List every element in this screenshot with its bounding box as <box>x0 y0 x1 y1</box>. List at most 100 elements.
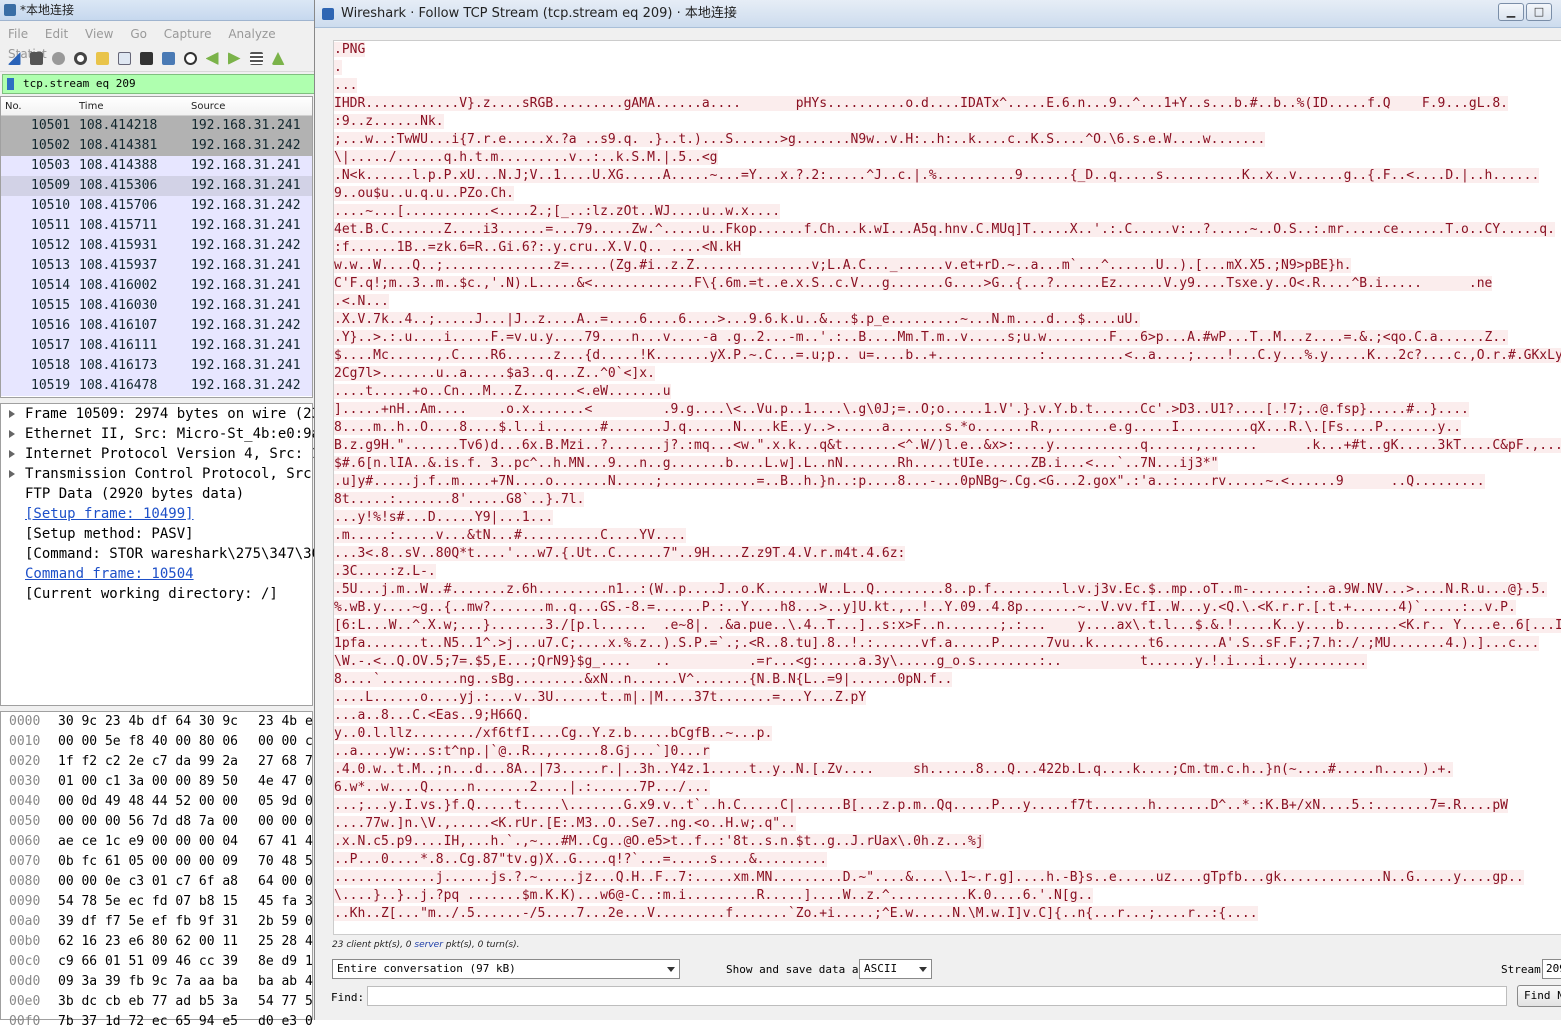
close-file-button[interactable] <box>136 49 156 69</box>
packet-details[interactable]: Frame 10509: 2974 bytes on wire (237 Eth… <box>0 403 328 706</box>
menu-file[interactable]: File <box>8 27 28 41</box>
byte-hex-right: 64 00 0 <box>258 874 313 889</box>
bytes-row[interactable]: 0060 ae ce 1c e9 00 00 00 04 67 41 4 <box>1 832 313 852</box>
column-no[interactable]: No. <box>5 101 22 112</box>
detail-working-directory[interactable]: [Current working directory: /] <box>1 584 312 604</box>
stream-line: .5U...j.m..W..#.......z.6h.........n1..:… <box>334 581 1561 599</box>
detail-frame[interactable]: Frame 10509: 2974 bytes on wire (237 <box>1 404 328 424</box>
bytes-row[interactable]: 00c0 c9 66 01 51 09 46 cc 39 8e d9 1 <box>1 952 313 972</box>
detail-ethernet[interactable]: Ethernet II, Src: Micro-St_4b:e0:9a <box>1 424 320 444</box>
expand-arrow-icon[interactable] <box>9 410 15 418</box>
detail-setup-method[interactable]: [Setup method: PASV] <box>1 524 312 544</box>
stream-number-spinbox[interactable]: 209 <box>1542 959 1561 979</box>
find-next-button[interactable]: Find N <box>1517 985 1561 1007</box>
bytes-row[interactable]: 0030 01 00 c1 3a 00 00 89 50 4e 47 0 <box>1 772 313 792</box>
detail-command[interactable]: [Command: STOR wareshark\275\347\303 <box>1 544 328 564</box>
detail-command-frame[interactable]: Command frame: 10504 <box>1 564 312 584</box>
detail-ftp-data[interactable]: FTP Data (2920 bytes data) <box>1 484 312 504</box>
go-back-button[interactable] <box>202 49 222 69</box>
find-input[interactable] <box>367 986 1507 1006</box>
packet-row[interactable]: 10510 108.415706 192.168.31.242 <box>1 196 312 216</box>
minimize-button[interactable]: ▁ <box>1498 3 1524 21</box>
packet-row[interactable]: 10501 108.414218 192.168.31.241 <box>1 116 312 136</box>
reload-file-button[interactable] <box>158 49 178 69</box>
stream-line-text: ..P...0....*.8..Cg.87"tv.g)X..G....q!?`.… <box>334 852 828 867</box>
start-capture-button[interactable] <box>4 49 24 69</box>
byte-hex-right: 70 48 5 <box>258 854 313 869</box>
packet-row[interactable]: 10502 108.414381 192.168.31.242 <box>1 136 312 156</box>
packet-row[interactable]: 10509 108.415306 192.168.31.241 <box>1 176 312 196</box>
bytes-row[interactable]: 0010 00 00 5e f8 40 00 80 06 00 00 c <box>1 732 313 752</box>
column-source[interactable]: Source <box>191 101 225 112</box>
column-time[interactable]: Time <box>79 101 103 112</box>
packet-row[interactable]: 10511 108.415711 192.168.31.241 <box>1 216 312 236</box>
bytes-row[interactable]: 0050 00 00 00 56 7d d8 7a 00 00 00 0 <box>1 812 313 832</box>
conversation-select[interactable]: Entire conversation (97 kB) <box>332 959 680 979</box>
byte-offset: 0070 <box>9 854 41 869</box>
bytes-row[interactable]: 00e0 3b dc cb eb 77 ad b5 3a 54 77 5 <box>1 992 313 1012</box>
go-to-packet-button[interactable] <box>246 49 266 69</box>
detail-ip[interactable]: Internet Protocol Version 4, Src: 19 <box>1 444 328 464</box>
maximize-button[interactable]: □ <box>1526 3 1552 21</box>
bytes-row[interactable]: 0020 1f f2 c2 2e c7 da 99 2a 27 68 7 <box>1 752 313 772</box>
packet-list[interactable]: No. Time Source 10501 108.414218 192.168.3… <box>0 96 313 398</box>
expand-arrow-icon[interactable] <box>9 430 15 438</box>
byte-offset: 0090 <box>9 894 41 909</box>
bytes-row[interactable]: 0070 0b fc 61 05 00 00 00 09 70 48 5 <box>1 852 313 872</box>
packet-row[interactable]: 10514 108.416002 192.168.31.241 <box>1 276 312 296</box>
bytes-row[interactable]: 0040 00 0d 49 48 44 52 00 00 05 9d 0 <box>1 792 313 812</box>
detail-tcp[interactable]: Transmission Control Protocol, Src P <box>1 464 328 484</box>
go-first-button[interactable] <box>268 49 288 69</box>
stream-line-text: $#.6[n.lIA..&.is.f. 3..pc^..h.MN...9...n… <box>334 456 1219 471</box>
display-filter-bar[interactable]: tcp.stream eq 209 <box>2 74 320 94</box>
save-file-button[interactable] <box>114 49 134 69</box>
byte-hex-left: 1f f2 c2 2e c7 da 99 2a <box>58 754 239 769</box>
packet-row[interactable]: 10515 108.416030 192.168.31.241 <box>1 296 312 316</box>
bytes-row[interactable]: 00a0 39 df f7 5e ef fb 9f 31 2b 59 0 <box>1 912 313 932</box>
capture-options-button[interactable] <box>70 49 90 69</box>
packet-row[interactable]: 10519 108.416478 192.168.31.242 <box>1 376 312 396</box>
stream-content[interactable]: .PNG.... IHDR............V}.z....sRGB....… <box>333 40 1561 935</box>
packet-row[interactable]: 10512 108.415931 192.168.31.242 <box>1 236 312 256</box>
byte-hex-left: ae ce 1c e9 00 00 00 04 <box>58 834 239 849</box>
bytes-row[interactable]: 00d0 09 3a 39 fb 9c 7a aa ba ba ab 4 <box>1 972 313 992</box>
bytes-row[interactable]: 0090 54 78 5e ec fd 07 b8 15 45 fa 3 <box>1 892 313 912</box>
stream-line-text: \|...../......q.h.t.m.........v..:..k.S.… <box>334 150 718 165</box>
stop-capture-button[interactable] <box>26 49 46 69</box>
stream-line: .m.....:.....v...&tN...#..........C....Y… <box>334 527 1561 545</box>
bookmark-icon[interactable] <box>7 78 14 90</box>
byte-hex-right: 05 9d 0 <box>258 794 313 809</box>
menu-view[interactable]: View <box>85 27 113 41</box>
go-forward-button[interactable] <box>224 49 244 69</box>
bytes-row[interactable]: 00f0 7b 37 1d 72 ec 65 94 e5 d0 e3 0 <box>1 1012 313 1032</box>
expand-arrow-icon[interactable] <box>9 470 15 478</box>
open-file-button[interactable] <box>92 49 112 69</box>
stream-line-text: B.z.g9H.".......Tv6)d...6x.B.Mzi..?.....… <box>334 438 1561 453</box>
display-filter-input[interactable]: tcp.stream eq 209 <box>23 77 136 90</box>
packet-row[interactable]: 10503 108.414388 192.168.31.241 <box>1 156 312 176</box>
packet-row[interactable]: 10518 108.416173 192.168.31.241 <box>1 356 312 376</box>
menu-analyze[interactable]: Analyze <box>228 27 275 41</box>
menu-edit[interactable]: Edit <box>45 27 68 41</box>
format-select[interactable]: ASCII <box>859 959 932 979</box>
packet-row[interactable]: 10517 108.416111 192.168.31.241 <box>1 336 312 356</box>
detail-setup-frame[interactable]: [Setup frame: 10499] <box>1 504 312 524</box>
packet-row[interactable]: 10513 108.415937 192.168.31.241 <box>1 256 312 276</box>
find-packet-button[interactable] <box>180 49 200 69</box>
packet-bytes[interactable]: 0000 30 9c 23 4b df 64 30 9c 23 4b e 0010 00… <box>0 711 313 1029</box>
byte-hex-right: 00 00 0 <box>258 814 313 829</box>
bytes-row[interactable]: 0080 00 00 0e c3 01 c7 6f a8 64 00 0 <box>1 872 313 892</box>
byte-hex-left: 00 0d 49 48 44 52 00 00 <box>58 794 239 809</box>
main-title: *本地连接 <box>20 3 75 17</box>
packet-row[interactable]: 10516 108.416107 192.168.31.242 <box>1 316 312 336</box>
menu-capture[interactable]: Capture <box>164 27 212 41</box>
menu-go[interactable]: Go <box>130 27 147 41</box>
expand-arrow-icon[interactable] <box>9 450 15 458</box>
stream-line: .X.V.7k..4..;.....J...|J..z....A..=....6… <box>334 311 1561 329</box>
byte-hex-right: 23 4b e <box>258 714 313 729</box>
bytes-row[interactable]: 00b0 62 16 23 e6 80 62 00 11 25 28 4 <box>1 932 313 952</box>
stream-line-text: .5U...j.m..W..#.......z.6h.........n1..:… <box>334 582 1548 597</box>
restart-capture-button[interactable] <box>48 49 68 69</box>
stream-line-text: y..0.l.llz......../xf6tfI....Cg..Y.z.b..… <box>334 726 773 741</box>
bytes-row[interactable]: 0000 30 9c 23 4b df 64 30 9c 23 4b e <box>1 712 313 732</box>
